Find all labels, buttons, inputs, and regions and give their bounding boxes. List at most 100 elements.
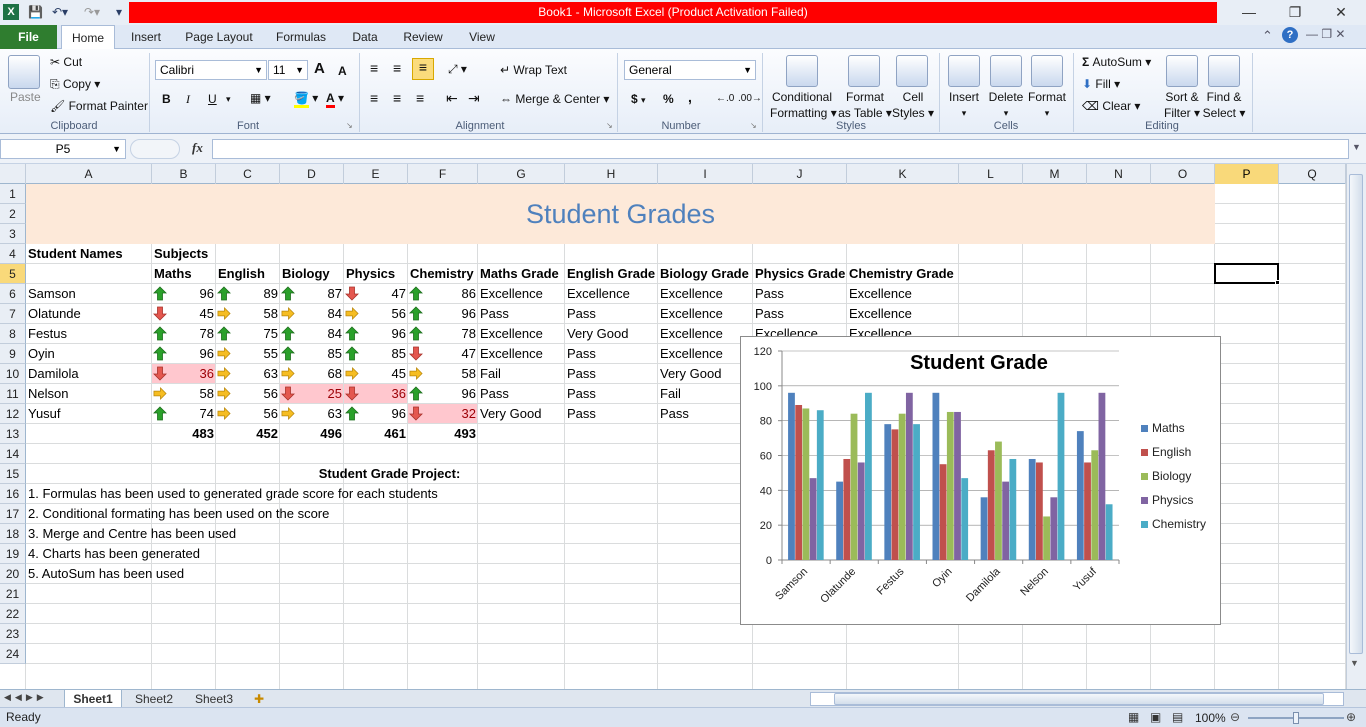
row-header[interactable]: 6 [0, 284, 26, 304]
total-cell[interactable]: 493 [408, 424, 478, 444]
note-item[interactable]: 5. AutoSum has been used [26, 564, 186, 584]
row-header[interactable]: 21 [0, 584, 26, 604]
grade-cell[interactable]: Fail [478, 364, 503, 384]
name-box[interactable]: P5 ▼ [0, 139, 126, 159]
sheet-nav-arrows-icon[interactable]: ◀◀▶▶ [4, 692, 48, 703]
student-name-cell[interactable]: Damilola [26, 364, 81, 384]
score-cell[interactable]: 87 [280, 284, 344, 304]
score-cell[interactable]: 58 [216, 304, 280, 324]
align-left-icon[interactable]: ≡ [370, 90, 378, 106]
paste-icon[interactable] [8, 55, 40, 89]
select-all-corner[interactable] [0, 164, 26, 184]
row-header[interactable]: 8 [0, 324, 26, 344]
conditional-formatting-button[interactable]: Conditional Formatting ▾ [770, 89, 837, 121]
score-cell[interactable]: 56 [216, 404, 280, 424]
column-header[interactable]: M [1023, 164, 1087, 184]
note-item[interactable]: 1. Formulas has been used to generated g… [26, 484, 440, 504]
score-cell[interactable]: 96 [408, 304, 478, 324]
score-cell[interactable]: 47 [408, 344, 478, 364]
tab-file[interactable]: File [0, 25, 57, 49]
sheet-tab-sheet1[interactable]: Sheet1 [64, 690, 122, 708]
score-cell[interactable]: 86 [408, 284, 478, 304]
tab-home[interactable]: Home [61, 25, 115, 50]
header-cell[interactable]: English [216, 264, 267, 284]
cell-styles-button[interactable]: Cell Styles ▾ [892, 89, 934, 121]
tab-page-layout[interactable]: Page Layout [180, 25, 258, 49]
row-header[interactable]: 18 [0, 524, 26, 544]
total-cell[interactable]: 483 [152, 424, 216, 444]
grade-cell[interactable]: Excellence [847, 284, 914, 304]
column-header[interactable]: A [26, 164, 152, 184]
total-cell[interactable]: 452 [216, 424, 280, 444]
merge-center-button[interactable]: ⇔ Merge & Center ▾ [500, 91, 609, 107]
grade-cell[interactable]: Very Good [565, 324, 630, 344]
sheet-tab-sheet3[interactable]: Sheet3 [186, 690, 242, 708]
paste-button[interactable]: Paste [10, 89, 41, 105]
row-header[interactable]: 14 [0, 444, 26, 464]
formula-bar-expander[interactable] [130, 139, 180, 159]
score-cell[interactable]: 47 [344, 284, 408, 304]
score-cell[interactable]: 45 [152, 304, 216, 324]
score-cell[interactable]: 85 [280, 344, 344, 364]
grade-cell[interactable]: Pass [478, 384, 511, 404]
row-header[interactable]: 3 [0, 224, 26, 244]
number-format-select[interactable]: General ▼ [624, 60, 756, 80]
zoom-level[interactable]: 100% [1195, 711, 1226, 725]
score-cell[interactable]: 85 [344, 344, 408, 364]
redo-icon[interactable]: ↷▾ [84, 3, 100, 21]
workbook-window-controls[interactable]: — ❐ ✕ [1306, 27, 1345, 41]
grade-cell[interactable]: Pass [753, 284, 786, 304]
note-item[interactable]: 3. Merge and Centre has been used [26, 524, 238, 544]
student-name-cell[interactable]: Samson [26, 284, 78, 304]
align-right-icon[interactable]: ≡ [416, 90, 424, 106]
row-header[interactable]: 11 [0, 384, 26, 404]
row-header[interactable]: 19 [0, 544, 26, 564]
row-header[interactable]: 13 [0, 424, 26, 444]
format-cells-button[interactable]: Format ▾ [1027, 89, 1067, 121]
customize-quick-access-icon[interactable]: ▾ [116, 3, 122, 21]
row-header[interactable]: 20 [0, 564, 26, 584]
grade-cell[interactable]: Excellence [478, 324, 545, 344]
chart-area[interactable]: Student Grade 0 20 40 60 80 100 120 Samson Olatun… [740, 336, 1221, 625]
tab-view[interactable]: View [460, 25, 504, 49]
grade-cell[interactable]: Excellence [658, 304, 725, 324]
header-cell[interactable]: Physics [344, 264, 397, 284]
score-cell[interactable]: 84 [280, 304, 344, 324]
grade-cell[interactable]: Pass [658, 404, 691, 424]
underline-button[interactable]: U [208, 91, 217, 107]
grade-cell[interactable]: Excellence [565, 284, 632, 304]
column-header[interactable]: B [152, 164, 216, 184]
header-cell[interactable]: English Grade [565, 264, 657, 284]
row-header[interactable]: 7 [0, 304, 26, 324]
row-header[interactable]: 23 [0, 624, 26, 644]
header-cell[interactable]: Chemistry Grade [847, 264, 956, 284]
project-title[interactable]: Student Grade Project: [152, 464, 627, 484]
copy-button[interactable]: ⎘ Copy ▾ [50, 76, 100, 92]
score-cell[interactable]: 58 [408, 364, 478, 384]
score-cell[interactable]: 78 [152, 324, 216, 344]
tab-formulas[interactable]: Formulas [268, 25, 334, 49]
insert-sheet-icon[interactable]: ✚ [248, 690, 270, 708]
header-cell[interactable]: Maths Grade [478, 264, 561, 284]
score-cell[interactable]: 74 [152, 404, 216, 424]
format-painter-button[interactable]: 🖌 Format Painter [50, 98, 148, 114]
fill-color-button[interactable]: 🪣 ▾ [294, 90, 318, 108]
score-cell[interactable]: 96 [344, 324, 408, 344]
font-dialog-launcher-icon[interactable]: ↘ [346, 121, 353, 130]
formula-input[interactable] [212, 139, 1349, 159]
zoom-slider-thumb[interactable] [1293, 712, 1299, 724]
page-layout-view-icon[interactable]: ▣ [1150, 710, 1161, 724]
format-as-table-button[interactable]: Format as Table ▾ [838, 89, 892, 121]
wrap-text-button[interactable]: ↵ Wrap Text [500, 62, 567, 78]
italic-button[interactable]: I [186, 91, 190, 107]
row-header[interactable]: 5 [0, 264, 26, 284]
score-cell[interactable]: 55 [216, 344, 280, 364]
clear-button[interactable]: ⌫ Clear ▾ [1082, 98, 1140, 114]
undo-icon[interactable]: ↶▾ [52, 3, 68, 21]
student-name-cell[interactable]: Festus [26, 324, 69, 344]
row-header[interactable]: 15 [0, 464, 26, 484]
page-break-view-icon[interactable]: ▤ [1172, 710, 1183, 724]
note-item[interactable]: 2. Conditional formating has been used o… [26, 504, 331, 524]
grade-cell[interactable]: Very Good [478, 404, 543, 424]
align-top-icon[interactable]: ≡ [370, 60, 378, 76]
